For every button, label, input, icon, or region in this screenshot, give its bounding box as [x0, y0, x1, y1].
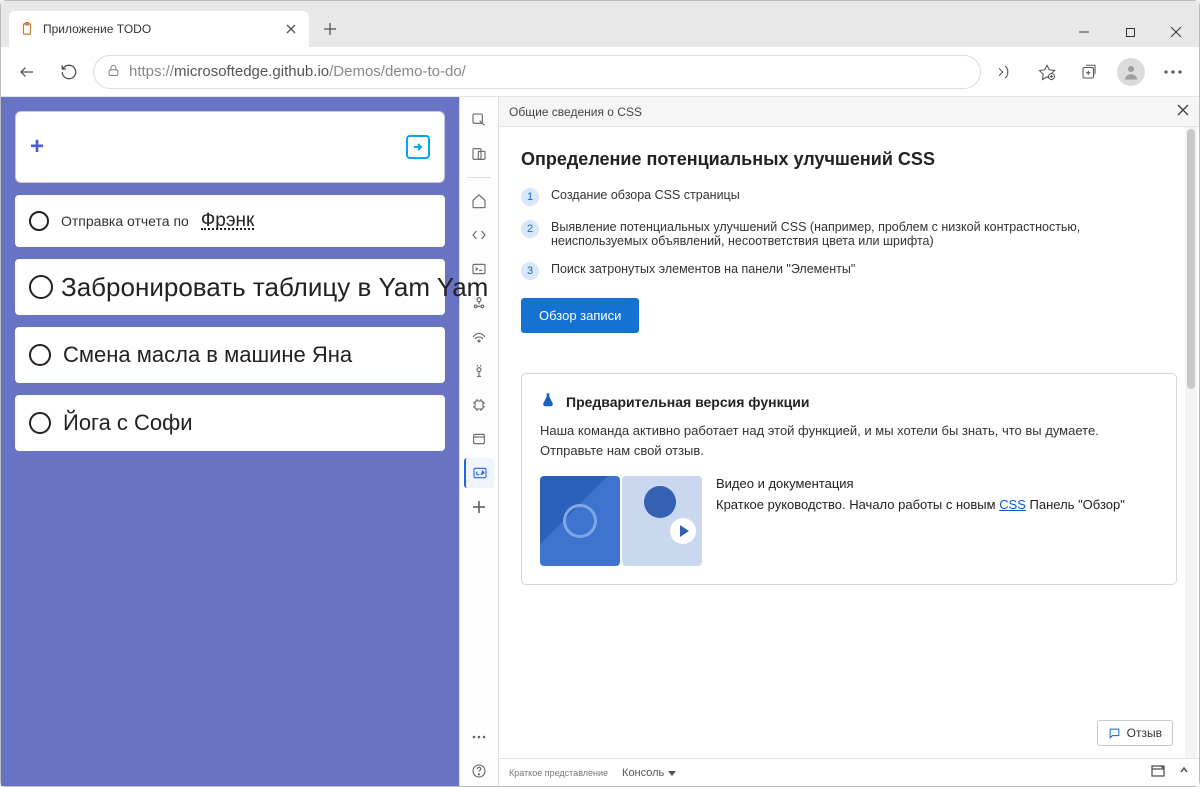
elements-icon[interactable] [464, 220, 494, 250]
add-tool-icon[interactable] [464, 492, 494, 522]
thumbnail-video [622, 476, 702, 566]
browser-tab[interactable]: Приложение TODO [9, 11, 309, 47]
drawer-console-tab[interactable]: Консоль [622, 767, 676, 779]
css-link[interactable]: CSS [999, 497, 1026, 512]
chevron-up-icon[interactable] [1179, 765, 1189, 780]
todo-item[interactable]: Смена масла в машине Яна [15, 327, 445, 383]
favorites-icon[interactable] [1029, 54, 1065, 90]
step-text: Создание обзора CSS страницы [551, 188, 740, 202]
content-area: + Отправка отчета по Фрэнк Забронировать… [1, 97, 1199, 786]
more-menu-icon[interactable] [1155, 54, 1191, 90]
titlebar: Приложение TODO [1, 1, 1199, 47]
maximize-button[interactable] [1107, 17, 1153, 47]
lock-icon [106, 63, 121, 81]
media-title: Видео и документация [716, 476, 1125, 491]
application-icon[interactable] [464, 424, 494, 454]
drawer-quick-label: Краткое представление [509, 768, 608, 778]
close-icon[interactable] [283, 21, 299, 37]
media-text: Видео и документация Краткое руководство… [716, 476, 1125, 512]
todo-item[interactable]: Забронировать таблицу в Yam Yam [15, 259, 445, 315]
step-text: Выявление потенциальных улучшений CSS (н… [551, 220, 1177, 248]
preview-title-row: Предварительная версия функции [540, 392, 1158, 411]
panel-body: Определение потенциальных улучшений CSS … [499, 127, 1199, 758]
preview-box: Предварительная версия функции Наша кома… [521, 373, 1177, 585]
network-icon[interactable] [464, 322, 494, 352]
checkbox-icon[interactable] [29, 412, 51, 434]
step-item: 2 Выявление потенциальных улучшений CSS … [521, 220, 1177, 248]
panel-header: Общие сведения о CSS [499, 97, 1199, 127]
tab-title: Приложение TODO [43, 22, 275, 36]
devtools-rail [459, 97, 499, 786]
capture-overview-button[interactable]: Обзор записи [521, 298, 639, 333]
checkbox-icon[interactable] [29, 344, 51, 366]
devtools-panel: Общие сведения о CSS Определение потенци… [499, 97, 1199, 786]
url-field[interactable]: https://microsoftedge.github.io/Demos/de… [93, 55, 981, 89]
clipboard-icon [19, 21, 35, 37]
home-icon[interactable] [464, 186, 494, 216]
step-item: 1 Создание обзора CSS страницы [521, 188, 1177, 206]
window-controls [1061, 17, 1199, 47]
todo-text-name: Фрэнк [201, 210, 255, 232]
step-text: Поиск затронутых элементов на панели "Эл… [551, 262, 855, 276]
step-number: 3 [521, 262, 539, 280]
device-icon[interactable] [464, 139, 494, 169]
panel-heading: Определение потенциальных улучшений CSS [521, 149, 1177, 170]
todo-text: Забронировать таблицу в Yam Yam [61, 272, 488, 303]
close-window-button[interactable] [1153, 17, 1199, 47]
todo-text: Отправка отчета по [61, 213, 189, 229]
play-icon [670, 518, 696, 544]
checkbox-icon[interactable] [29, 275, 53, 299]
add-task-box[interactable]: + [15, 111, 445, 183]
help-icon[interactable] [464, 756, 494, 786]
panel-title: Общие сведения о CSS [509, 105, 642, 119]
media-subtitle: Краткое руководство. Начало работы с нов… [716, 497, 1125, 512]
step-number: 1 [521, 188, 539, 206]
new-tab-button[interactable] [315, 14, 345, 44]
step-item: 3 Поиск затронутых элементов на панели "… [521, 262, 1177, 280]
todo-app: + Отправка отчета по Фрэнк Забронировать… [1, 97, 459, 786]
todo-text: Йога с Софи [63, 410, 193, 436]
todo-item[interactable]: Йога с Софи [15, 395, 445, 451]
address-bar: https://microsoftedge.github.io/Demos/de… [1, 47, 1199, 97]
url-text: https://microsoftedge.github.io/Demos/de… [129, 63, 466, 80]
preview-media: Видео и документация Краткое руководство… [540, 476, 1158, 566]
todo-item[interactable]: Отправка отчета по Фрэнк [15, 195, 445, 247]
flask-icon [540, 392, 556, 411]
preview-title: Предварительная версия функции [566, 394, 809, 410]
browser-window: Приложение TODO https://microsoftedge [0, 0, 1200, 787]
feedback-button[interactable]: Отзыв [1097, 720, 1173, 746]
memory-icon[interactable] [464, 390, 494, 420]
inspect-icon[interactable] [464, 105, 494, 135]
css-overview-icon[interactable] [464, 458, 494, 488]
dock-icon[interactable] [1151, 765, 1165, 780]
read-aloud-icon[interactable] [987, 54, 1023, 90]
media-thumbnails[interactable] [540, 476, 702, 566]
todo-text: Смена масла в машине Яна [63, 342, 352, 368]
refresh-button[interactable] [51, 54, 87, 90]
minimize-button[interactable] [1061, 17, 1107, 47]
back-button[interactable] [9, 54, 45, 90]
close-panel-icon[interactable] [1177, 104, 1189, 119]
thumbnail-design [540, 476, 620, 566]
more-tools-icon[interactable] [464, 722, 494, 752]
performance-icon[interactable] [464, 356, 494, 386]
submit-arrow-icon[interactable] [406, 135, 430, 159]
preview-description: Наша команда активно работает над этой ф… [540, 421, 1158, 460]
plus-icon: + [30, 133, 44, 161]
devtools-drawer: Краткое представление Консоль [499, 758, 1199, 786]
profile-avatar[interactable] [1113, 54, 1149, 90]
collections-icon[interactable] [1071, 54, 1107, 90]
step-number: 2 [521, 220, 539, 238]
checkbox-icon[interactable] [29, 211, 49, 231]
